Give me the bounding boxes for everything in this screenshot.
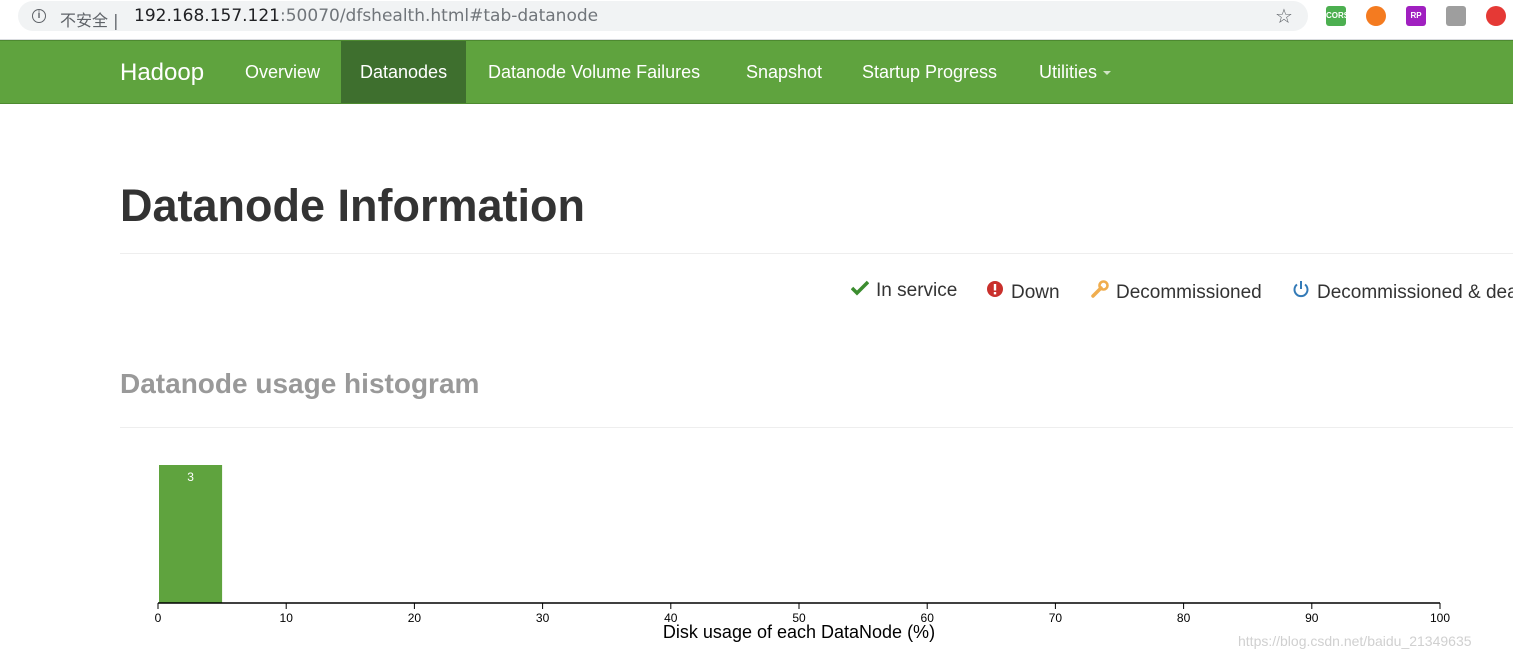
location-pin-extension-icon[interactable] xyxy=(1486,6,1506,26)
bar-data-label: 3 xyxy=(187,470,194,484)
nav-overview[interactable]: Overview xyxy=(226,41,339,103)
title-divider xyxy=(120,253,1513,254)
legend-down: Down xyxy=(985,280,1060,304)
check-icon xyxy=(850,280,870,302)
nav-utilities-label: Utilities xyxy=(1039,62,1098,82)
x-tick-label: 100 xyxy=(1430,611,1450,625)
x-tick-label: 80 xyxy=(1177,611,1191,625)
page-title: Datanode Information xyxy=(120,180,586,231)
lifebuoy-extension-icon[interactable] xyxy=(1366,6,1386,26)
info-icon[interactable]: i xyxy=(32,9,46,23)
bookmark-star-icon[interactable]: ☆ xyxy=(1275,4,1293,29)
security-label: 不安全 | xyxy=(60,11,119,30)
legend-decommissioned-dead: Decommissioned & dead xyxy=(1291,280,1513,304)
x-tick-label: 30 xyxy=(536,611,550,625)
legend-decommissioned: Decommissioned xyxy=(1090,280,1262,304)
exclamation-circle-icon xyxy=(985,280,1005,304)
brand-logo[interactable]: Hadoop xyxy=(120,59,204,87)
watermark: https://blog.csdn.net/baidu_21349635 xyxy=(1238,633,1472,649)
rp-extension-icon[interactable]: RP xyxy=(1406,6,1426,26)
x-tick-label: 10 xyxy=(280,611,294,625)
legend-in-service: In service xyxy=(850,280,957,302)
url-text[interactable]: 192.168.157.121:50070/dfshealth.html#tab… xyxy=(134,6,598,26)
nav-utilities[interactable]: Utilities xyxy=(1020,41,1130,103)
nav-datanode-volume-failures[interactable]: Datanode Volume Failures xyxy=(469,41,719,103)
x-tick-label: 20 xyxy=(408,611,422,625)
x-axis-label: Disk usage of each DataNode (%) xyxy=(663,622,935,642)
cors-extension-icon[interactable]: CORS xyxy=(1326,6,1349,26)
caret-down-icon xyxy=(1103,71,1112,76)
browser-toolbar: i 不安全 | 192.168.157.121:50070/dfshealth.… xyxy=(0,0,1513,40)
histogram-divider xyxy=(120,427,1513,428)
x-tick-label: 0 xyxy=(155,611,162,625)
address-bar[interactable]: i 不安全 | 192.168.157.121:50070/dfshealth.… xyxy=(18,1,1308,31)
nav-startup-progress[interactable]: Startup Progress xyxy=(843,41,1016,103)
wrench-icon xyxy=(1090,280,1110,304)
histogram-title: Datanode usage histogram xyxy=(120,368,480,399)
power-icon xyxy=(1291,280,1311,304)
histogram-bar xyxy=(159,465,223,603)
nav-snapshot[interactable]: Snapshot xyxy=(727,41,841,103)
hadoop-navbar: Hadoop Overview Datanodes Datanode Volum… xyxy=(0,40,1513,104)
sitemap-extension-icon[interactable] xyxy=(1446,6,1466,26)
x-tick-label: 90 xyxy=(1305,611,1319,625)
nav-datanodes[interactable]: Datanodes xyxy=(341,41,467,103)
usage-histogram-chart: 30 10 20 30 40 50 60 70 80 90 100Disk usage of eac… xyxy=(155,465,1450,642)
x-tick-label: 70 xyxy=(1049,611,1063,625)
